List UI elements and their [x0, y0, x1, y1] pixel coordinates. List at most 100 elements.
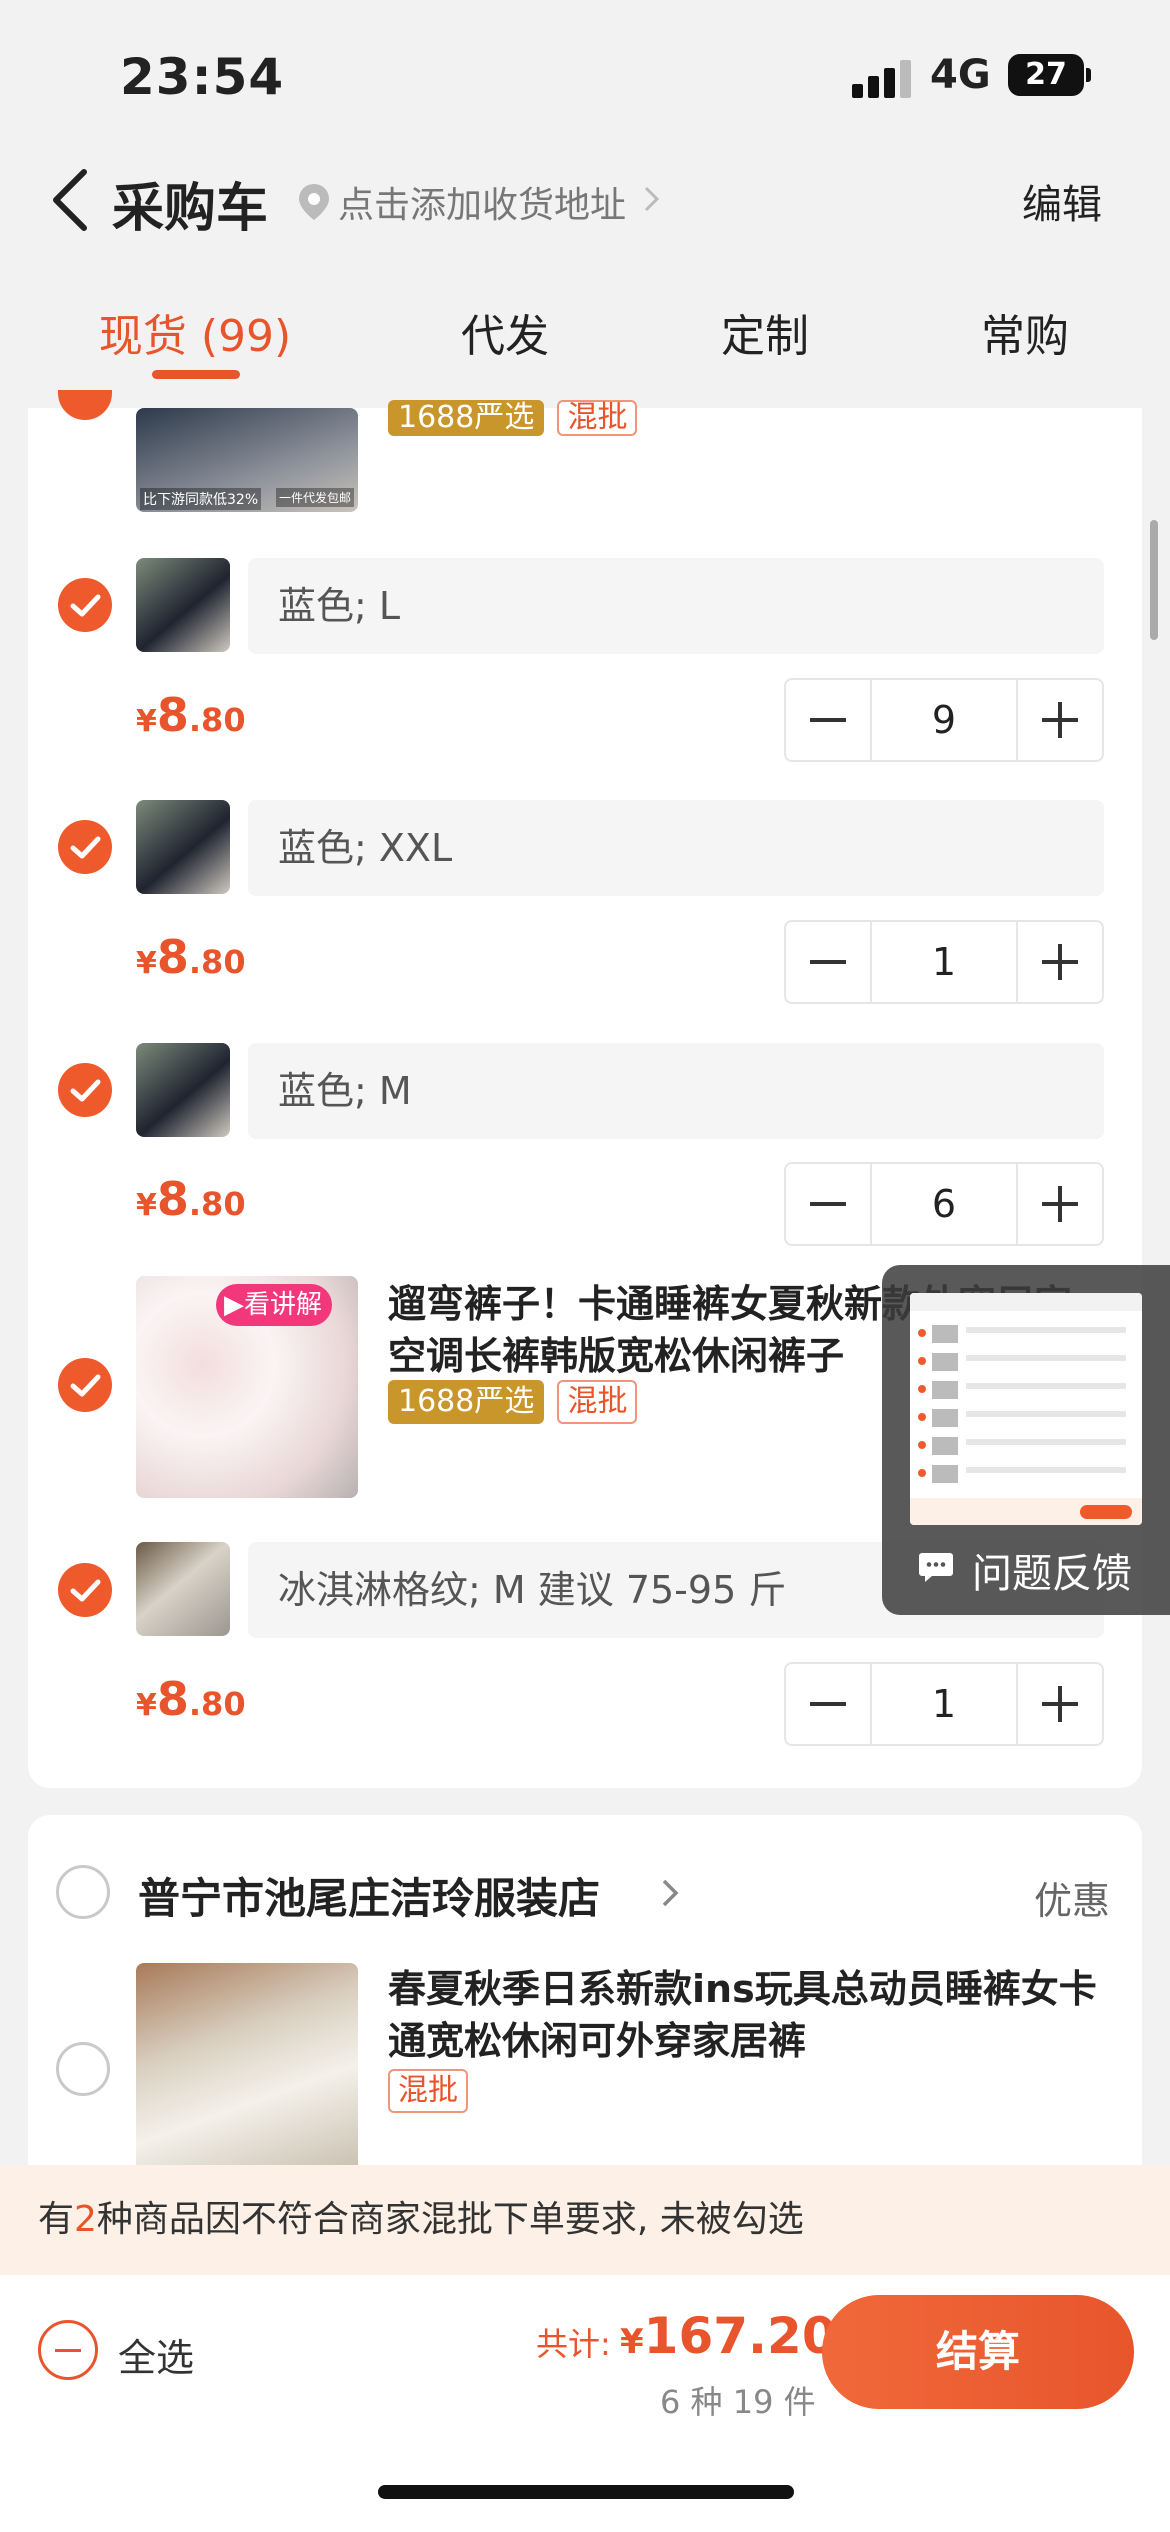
- chevron-right-icon: [640, 184, 664, 214]
- store-promo[interactable]: 优惠: [1034, 1870, 1110, 1925]
- feedback-label[interactable]: 问题反馈: [972, 1541, 1132, 1599]
- product-checkbox[interactable]: [58, 1358, 112, 1412]
- total-symbol: ¥: [620, 2322, 644, 2362]
- notice-count: 2: [74, 2199, 97, 2240]
- product-checkbox[interactable]: [56, 2042, 110, 2096]
- chevron-right-icon[interactable]: [658, 1875, 682, 1911]
- add-address-link[interactable]: 点击添加收货地址: [338, 176, 626, 228]
- variant-thumbnail[interactable]: [136, 1542, 230, 1636]
- battery-icon: 27: [1008, 54, 1084, 96]
- product-image[interactable]: [136, 1963, 358, 2185]
- item-checkbox[interactable]: [58, 820, 112, 874]
- badge-row: 1688严选 混批: [388, 400, 638, 436]
- item-count: 6 种 19 件: [660, 2383, 816, 2421]
- store-name[interactable]: 普宁市池尾庄洁玲服装店: [138, 1865, 600, 1926]
- chat-bubble-icon: [918, 1551, 954, 1583]
- item-price: ¥8.80: [136, 1672, 246, 1726]
- product-title[interactable]: 春夏秋季日系新款ins玩具总动员睡裤女卡通宽松休闲可外穿家居裤: [388, 1963, 1128, 2067]
- yanxuan-badge: 1688严选: [388, 400, 545, 436]
- tab-dropship[interactable]: 代发: [420, 300, 590, 364]
- increase-button[interactable]: [1018, 1164, 1102, 1244]
- total-amount: ¥167.20: [620, 2307, 837, 2365]
- play-icon: ▶: [224, 1290, 244, 1320]
- select-all-checkbox[interactable]: [38, 2320, 98, 2380]
- page-title: 采购车: [112, 179, 269, 239]
- variant-thumbnail[interactable]: [136, 800, 230, 894]
- quantity-value[interactable]: 9: [870, 680, 1018, 760]
- total-value: 167.20: [643, 2307, 837, 2365]
- location-pin-icon[interactable]: [296, 182, 332, 222]
- active-tab-indicator: [152, 370, 240, 379]
- tab-custom[interactable]: 定制: [680, 300, 850, 364]
- item-price: ¥8.80: [136, 688, 246, 742]
- increase-button[interactable]: [1018, 1664, 1102, 1744]
- product-image[interactable]: ▶看讲解: [136, 1276, 358, 1498]
- product-image[interactable]: 比下游同款低32% 一件代发包邮: [136, 408, 358, 512]
- scrollbar[interactable]: [1150, 520, 1158, 640]
- variant-thumbnail[interactable]: [136, 558, 230, 652]
- quantity-value[interactable]: 1: [870, 922, 1018, 1002]
- mixed-batch-badge: 混批: [557, 400, 638, 436]
- edit-button[interactable]: 编辑: [1022, 172, 1102, 230]
- image-caption: 一件代发包邮: [276, 488, 355, 507]
- decrease-button[interactable]: [786, 922, 870, 1002]
- increase-button[interactable]: [1018, 922, 1102, 1002]
- price-symbol: ¥: [136, 1188, 157, 1223]
- mixed-batch-notice: 有2种商品因不符合商家混批下单要求, 未被勾选: [0, 2165, 1170, 2275]
- variant-selector[interactable]: 蓝色; L: [248, 558, 1104, 654]
- notice-prefix: 有: [38, 2199, 75, 2240]
- tab-in-stock[interactable]: 现货 (99): [60, 300, 330, 364]
- video-tag-label: 看讲解: [244, 1290, 323, 1320]
- variant-selector[interactable]: 蓝色; M: [248, 1043, 1104, 1139]
- quantity-stepper[interactable]: 1: [784, 920, 1104, 1004]
- tab-frequent[interactable]: 常购: [940, 300, 1110, 364]
- checkout-button[interactable]: 结算: [822, 2295, 1134, 2409]
- variant-selector[interactable]: 蓝色; XXL: [248, 800, 1104, 896]
- item-price: ¥8.80: [136, 930, 246, 984]
- feedback-widget[interactable]: 问题反馈: [882, 1265, 1170, 1615]
- image-caption: 比下游同款低32%: [140, 488, 262, 510]
- item-checkbox[interactable]: [58, 1063, 112, 1117]
- item-checkbox[interactable]: [58, 1563, 112, 1617]
- mixed-batch-badge: 混批: [388, 2069, 468, 2113]
- quantity-stepper[interactable]: 1: [784, 1662, 1104, 1746]
- item-checkbox[interactable]: [58, 578, 112, 632]
- total-label: 共计:: [536, 2325, 611, 2363]
- decrease-button[interactable]: [786, 1164, 870, 1244]
- video-explain-tag[interactable]: ▶看讲解: [216, 1284, 333, 1326]
- feedback-screenshot-preview[interactable]: [910, 1293, 1142, 1525]
- price-integer: 8: [156, 930, 189, 984]
- price-integer: 8: [156, 1672, 189, 1726]
- store-checkbox[interactable]: [56, 1865, 110, 1919]
- quantity-stepper[interactable]: 9: [784, 678, 1104, 762]
- battery-tip: [1086, 68, 1091, 82]
- status-bar: 23:54 4G 27: [0, 0, 1170, 140]
- price-symbol: ¥: [136, 946, 157, 981]
- quantity-stepper[interactable]: 6: [784, 1162, 1104, 1246]
- status-time: 23:54: [120, 48, 285, 106]
- yanxuan-badge: 1688严选: [388, 1380, 545, 1424]
- back-icon[interactable]: [44, 160, 104, 240]
- decrease-button[interactable]: [786, 680, 870, 760]
- price-symbol: ¥: [136, 1688, 157, 1723]
- notice-suffix: 种商品因不符合商家混批下单要求, 未被勾选: [96, 2199, 804, 2240]
- quantity-value[interactable]: 6: [870, 1164, 1018, 1244]
- signal-icon: [852, 58, 916, 98]
- price-decimal: .80: [188, 943, 246, 981]
- mixed-batch-badge: 混批: [557, 1380, 638, 1424]
- item-checkbox[interactable]: [58, 390, 112, 420]
- increase-button[interactable]: [1018, 680, 1102, 760]
- item-price: ¥8.80: [136, 1172, 246, 1226]
- price-decimal: .80: [188, 1685, 246, 1723]
- variant-thumbnail[interactable]: [136, 1043, 230, 1137]
- quantity-value[interactable]: 1: [870, 1664, 1018, 1744]
- badge-row: 1688严选 混批: [388, 1380, 638, 1424]
- price-integer: 8: [156, 688, 189, 742]
- price-integer: 8: [156, 1172, 189, 1226]
- price-decimal: .80: [188, 701, 246, 739]
- home-indicator[interactable]: [378, 2485, 794, 2499]
- price-decimal: .80: [188, 1185, 246, 1223]
- decrease-button[interactable]: [786, 1664, 870, 1744]
- price-symbol: ¥: [136, 704, 157, 739]
- select-all-label[interactable]: 全选: [118, 2327, 194, 2382]
